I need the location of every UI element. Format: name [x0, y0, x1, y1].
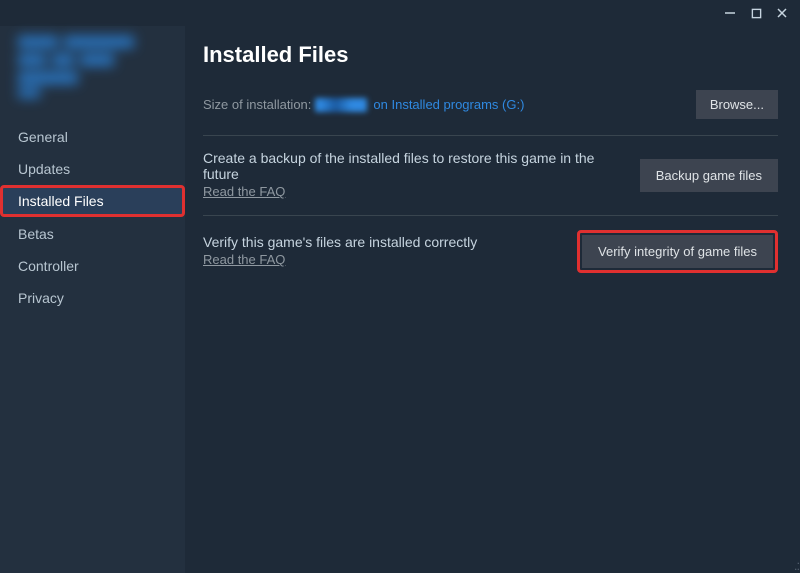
verify-highlight: Verify integrity of game files — [577, 230, 778, 273]
sidebar-item-general[interactable]: General — [0, 121, 185, 153]
size-value-redacted — [315, 98, 367, 112]
sidebar-item-betas[interactable]: Betas — [0, 218, 185, 250]
sidebar-item-controller[interactable]: Controller — [0, 250, 185, 282]
browse-button[interactable]: Browse... — [696, 90, 778, 119]
sidebar-nav: General Updates Installed Files Betas Co… — [0, 121, 185, 314]
main-panel: Installed Files Size of installation: on… — [185, 26, 800, 573]
properties-window: General Updates Installed Files Betas Co… — [0, 0, 800, 573]
minimize-button[interactable] — [718, 3, 742, 23]
verify-description: Verify this game's files are installed c… — [203, 234, 477, 250]
sidebar-item-installed-files[interactable]: Installed Files — [0, 185, 185, 217]
backup-section: Create a backup of the installed files t… — [203, 135, 778, 215]
game-header — [0, 30, 185, 105]
titlebar — [0, 0, 800, 26]
backup-faq-link[interactable]: Read the FAQ — [203, 184, 285, 199]
backup-description: Create a backup of the installed files t… — [203, 150, 603, 182]
sidebar-item-privacy[interactable]: Privacy — [0, 282, 185, 314]
sidebar: General Updates Installed Files Betas Co… — [0, 26, 185, 573]
sidebar-item-updates[interactable]: Updates — [0, 153, 185, 185]
verify-integrity-button[interactable]: Verify integrity of game files — [582, 235, 773, 268]
page-title: Installed Files — [203, 42, 778, 68]
game-artwork — [18, 36, 171, 99]
backup-button[interactable]: Backup game files — [640, 159, 778, 192]
size-label: Size of installation: — [203, 97, 311, 112]
size-location: on Installed programs (G:) — [373, 97, 524, 112]
verify-section: Verify this game's files are installed c… — [203, 215, 778, 287]
maximize-button[interactable] — [744, 3, 768, 23]
verify-faq-link[interactable]: Read the FAQ — [203, 252, 285, 267]
resize-grip-icon[interactable]: .. .. . . — [784, 557, 798, 571]
install-size-row: Size of installation: on Installed progr… — [203, 90, 778, 119]
close-button[interactable] — [770, 3, 794, 23]
